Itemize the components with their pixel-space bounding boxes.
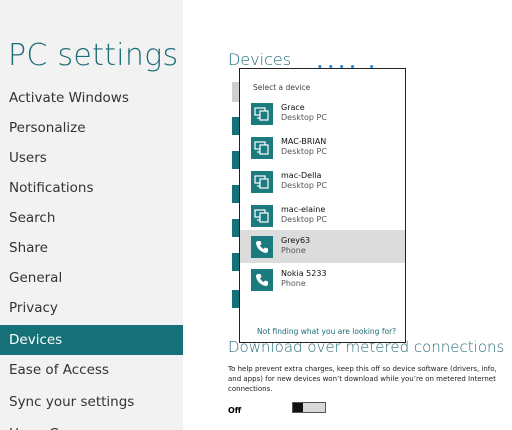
toggle-thumb[interactable] [293,403,303,412]
device-type: Desktop PC [281,181,327,190]
device-item-nokia-5233[interactable]: Nokia 5233 Phone [240,265,405,298]
nav-item-privacy[interactable]: Privacy [0,293,183,323]
metered-connections-description: To help prevent extra charges, keep this… [228,365,497,393]
nav-item-activate-windows[interactable]: Activate Windows [0,83,183,113]
device-name: MAC-BRIAN [281,137,327,146]
select-device-flyout: • • • • • Select a device Grace Desktop … [239,63,406,343]
device-item-mac-brian[interactable]: MAC-BRIAN Desktop PC [240,133,405,166]
device-type: Phone [281,246,306,255]
nav-item-personalize[interactable]: Personalize [0,113,183,143]
desktop-pc-icon [251,205,273,227]
nav-item-sync-your-settings[interactable]: Sync your settings [0,387,183,417]
device-item-grace[interactable]: Grace Desktop PC [240,99,405,132]
metered-toggle-switch[interactable] [292,402,326,413]
nav-item-general[interactable]: General [0,263,183,293]
desktop-pc-icon [251,171,273,193]
phone-icon [251,236,273,258]
device-name: mac-Della [281,171,322,180]
nav-item-share[interactable]: Share [0,233,183,263]
device-type: Desktop PC [281,147,327,156]
device-name: Grace [281,103,305,112]
device-type: Desktop PC [281,215,327,224]
settings-nav-pane: PC settings Activate Windows Personalize… [0,0,183,430]
nav-item-users[interactable]: Users [0,143,183,173]
metered-toggle-state: Off [228,406,242,415]
loading-dots-icon: • • • • • [317,63,376,73]
nav-item-ease-of-access[interactable]: Ease of Access [0,355,183,385]
not-finding-device-link[interactable]: Not finding what you are looking for? [257,327,396,336]
device-item-mac-della[interactable]: mac-Della Desktop PC [240,167,405,200]
section-title-devices: Devices [228,50,292,69]
page-title: PC settings [8,38,179,73]
desktop-pc-icon [251,103,273,125]
nav-item-search[interactable]: Search [0,203,183,233]
phone-icon [251,269,273,291]
flyout-header: Select a device [253,83,311,92]
device-name: mac-elaine [281,205,326,214]
device-name: Grey63 [281,236,311,245]
desktop-pc-icon [251,137,273,159]
nav-item-notifications[interactable]: Notifications [0,173,183,203]
device-type: Desktop PC [281,113,327,122]
nav-item-devices[interactable]: Devices [0,325,183,355]
device-type: Phone [281,279,306,288]
device-item-grey63[interactable]: Grey63 Phone [240,230,405,263]
device-name: Nokia 5233 [281,269,327,278]
nav-item-homegroup[interactable]: HomeGroup [0,419,183,430]
